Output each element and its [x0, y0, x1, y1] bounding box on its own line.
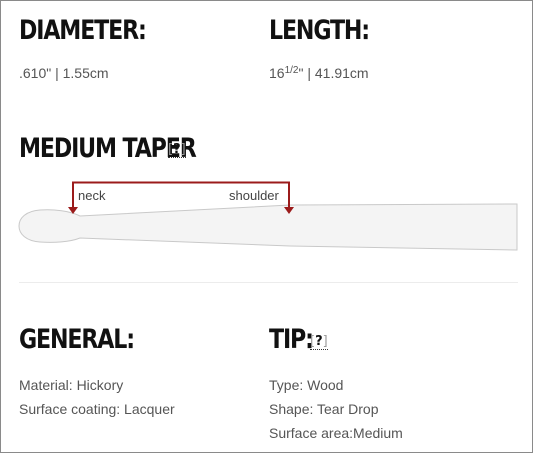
tip-type: Type: Wood — [269, 377, 344, 393]
general-surface-coating: Surface coating: Lacquer — [19, 401, 175, 417]
general-material: Material: Hickory — [19, 377, 124, 393]
tip-heading: TIP: — [269, 324, 314, 355]
shoulder-label: shoulder — [229, 188, 279, 203]
section-divider — [19, 282, 518, 283]
help-bracket-close: ] — [322, 334, 328, 349]
general-heading: GENERAL: — [19, 324, 135, 355]
neck-label: neck — [78, 188, 106, 203]
tip-surface-area: Surface area:Medium — [269, 425, 403, 441]
tip-help-mark: ? — [315, 334, 323, 349]
tip-shape: Shape: Tear Drop — [269, 401, 379, 417]
tip-help-link[interactable]: [?] — [310, 335, 328, 350]
drumstick-profile — [18, 203, 518, 251]
